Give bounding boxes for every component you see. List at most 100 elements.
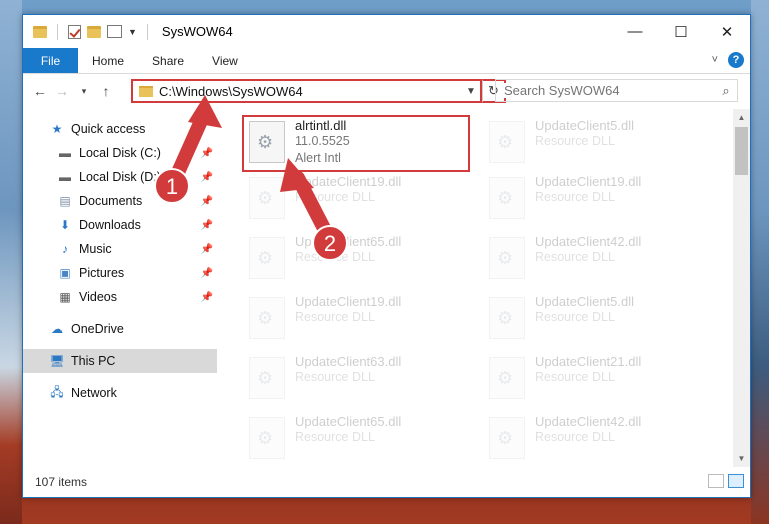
explorer-window: ▼ SysWOW64 — ☐ ✕ File Home Share View ˅ … [22, 14, 751, 498]
file-highlight-box [242, 115, 470, 172]
sidebar-item-music[interactable]: ♪ Music 📌 [23, 237, 217, 261]
new-folder-icon[interactable] [87, 25, 101, 38]
file-type: Resource DLL [535, 370, 615, 384]
sidebar-item-label: Quick access [71, 122, 146, 136]
drive-icon: ▬ [59, 146, 71, 160]
search-input[interactable] [504, 83, 715, 98]
pin-icon[interactable]: 📌 [201, 172, 213, 183]
tab-file[interactable]: File [23, 48, 78, 73]
address-bar[interactable]: C:\Windows\SysWOW64 ▼ [131, 79, 482, 103]
file-name: UpdateClient65.dll [295, 414, 402, 429]
list-item[interactable]: UpdateClient21.dll Resource DLL [483, 351, 713, 407]
up-arrow-icon[interactable]: ↑ [95, 83, 117, 99]
toolbar-dropdown-icon[interactable]: ▼ [128, 27, 137, 37]
file-type: Resource DLL [535, 134, 615, 148]
dll-file-icon [489, 121, 525, 163]
folder-icon[interactable] [33, 25, 47, 38]
folder-icon [139, 85, 153, 97]
sidebar-item-quick-access[interactable]: ★ Quick access [23, 117, 217, 141]
pin-icon[interactable]: 📌 [201, 244, 213, 255]
tab-home[interactable]: Home [78, 48, 138, 73]
file-name: UpdateClient42.dll [535, 234, 642, 249]
list-item[interactable]: UpdateClient5.dll Resource DLL [483, 291, 713, 347]
file-meta: UpdateClient42.dll Resource DLL [535, 231, 641, 287]
file-meta: UpdateClient21.dll Resource DLL [535, 351, 641, 407]
drive-icon: ▬ [59, 170, 71, 184]
sidebar-item-label: Network [71, 386, 117, 400]
tab-share[interactable]: Share [138, 48, 198, 73]
list-item[interactable]: UpdateClient42.dll Resource DLL [483, 231, 713, 287]
dll-file-icon [249, 297, 285, 339]
expand-ribbon-icon[interactable]: ˅ [712, 54, 718, 66]
file-meta: UpdateClient65.dll Resource DLL [295, 231, 401, 287]
pin-icon[interactable]: 📌 [201, 268, 213, 279]
dll-file-icon [249, 237, 285, 279]
item-count: 107 items [35, 475, 88, 489]
dll-file-icon [489, 237, 525, 279]
file-type: Resource DLL [295, 190, 375, 204]
ribbon-right-controls: ˅ ? [712, 52, 744, 68]
properties-check-icon[interactable] [68, 24, 81, 39]
list-item[interactable]: UpdateClient19.dll Resource DLL [243, 171, 473, 227]
sidebar-item-network[interactable]: 🖧 Network [23, 381, 217, 405]
list-item[interactable]: UpdateClient42.dll Resource DLL [483, 411, 713, 467]
minimize-button[interactable]: — [612, 15, 658, 48]
chevron-down-icon[interactable]: ▼ [462, 86, 480, 97]
details-view-icon[interactable] [708, 474, 724, 488]
view-toggle [708, 474, 744, 488]
customize-icon[interactable] [107, 25, 122, 38]
sidebar-item-local-disk-c[interactable]: ▬ Local Disk (C:) 📌 [23, 141, 217, 165]
sidebar-item-documents[interactable]: ▤ Documents 📌 [23, 189, 217, 213]
scroll-up-icon[interactable]: ▲ [733, 109, 750, 126]
list-item[interactable]: UpdateClient63.dll Resource DLL [243, 351, 473, 407]
search-box[interactable]: ⌕ [495, 79, 738, 102]
help-icon[interactable]: ? [728, 52, 744, 68]
scrollbar-thumb[interactable] [735, 127, 748, 175]
file-meta: UpdateClient19.dll Resource DLL [535, 171, 641, 227]
vertical-scrollbar[interactable]: ▲ ▼ [733, 109, 750, 467]
pin-icon[interactable]: 📌 [201, 148, 213, 159]
cloud-icon: ☁ [51, 322, 63, 336]
list-item[interactable]: UpdateClient65.dll Resource DLL [243, 411, 473, 467]
recent-locations-icon[interactable]: ▾ [73, 86, 95, 97]
tab-view[interactable]: View [198, 48, 252, 73]
sidebar-item-pictures[interactable]: ▣ Pictures 📌 [23, 261, 217, 285]
sidebar-item-label: This PC [71, 354, 116, 368]
list-item[interactable]: UpdateClient65.dll Resource DLL [243, 231, 473, 287]
file-type: Resource DLL [295, 430, 375, 444]
list-item[interactable]: UpdateClient5.dll Resource DLL [483, 115, 713, 171]
file-type: Resource DLL [535, 250, 615, 264]
file-meta: UpdateClient19.dll Resource DLL [295, 291, 401, 347]
sidebar-item-onedrive[interactable]: ☁ OneDrive [23, 317, 217, 341]
file-name: UpdateClient19.dll [535, 174, 642, 189]
pin-icon[interactable]: 📌 [201, 220, 213, 231]
pin-icon[interactable]: 📌 [201, 196, 213, 207]
close-button[interactable]: ✕ [704, 15, 750, 48]
file-meta: UpdateClient5.dll Resource DLL [535, 291, 634, 347]
desktop-background-right [751, 0, 769, 524]
back-arrow-icon[interactable]: ← [29, 83, 51, 99]
forward-arrow-icon[interactable]: → [51, 83, 73, 99]
file-name: UpdateClient21.dll [535, 354, 642, 369]
scroll-down-icon[interactable]: ▼ [733, 450, 750, 467]
maximize-button[interactable]: ☐ [658, 15, 704, 48]
videos-icon: ▦ [59, 290, 71, 304]
file-type: Resource DLL [295, 310, 375, 324]
sidebar-item-local-disk-d[interactable]: ▬ Local Disk (D:) 📌 [23, 165, 217, 189]
large-icons-view-icon[interactable] [728, 474, 744, 488]
address-path[interactable]: C:\Windows\SysWOW64 [159, 84, 462, 99]
list-item[interactable]: UpdateClient19.dll Resource DLL [243, 291, 473, 347]
dll-file-icon [249, 417, 285, 459]
sidebar-item-downloads[interactable]: ⬇ Downloads 📌 [23, 213, 217, 237]
dll-file-icon [249, 357, 285, 399]
dll-file-icon [489, 177, 525, 219]
list-item[interactable]: UpdateClient19.dll Resource DLL [483, 171, 713, 227]
search-icon[interactable]: ⌕ [715, 83, 737, 99]
toolbar-divider [57, 23, 58, 40]
sidebar-item-this-pc[interactable]: 🖥 This PC [23, 349, 217, 373]
pin-icon[interactable]: 📌 [201, 292, 213, 303]
documents-icon: ▤ [59, 194, 71, 208]
sidebar-item-videos[interactable]: ▦ Videos 📌 [23, 285, 217, 309]
sidebar-item-label: Videos [79, 290, 117, 304]
